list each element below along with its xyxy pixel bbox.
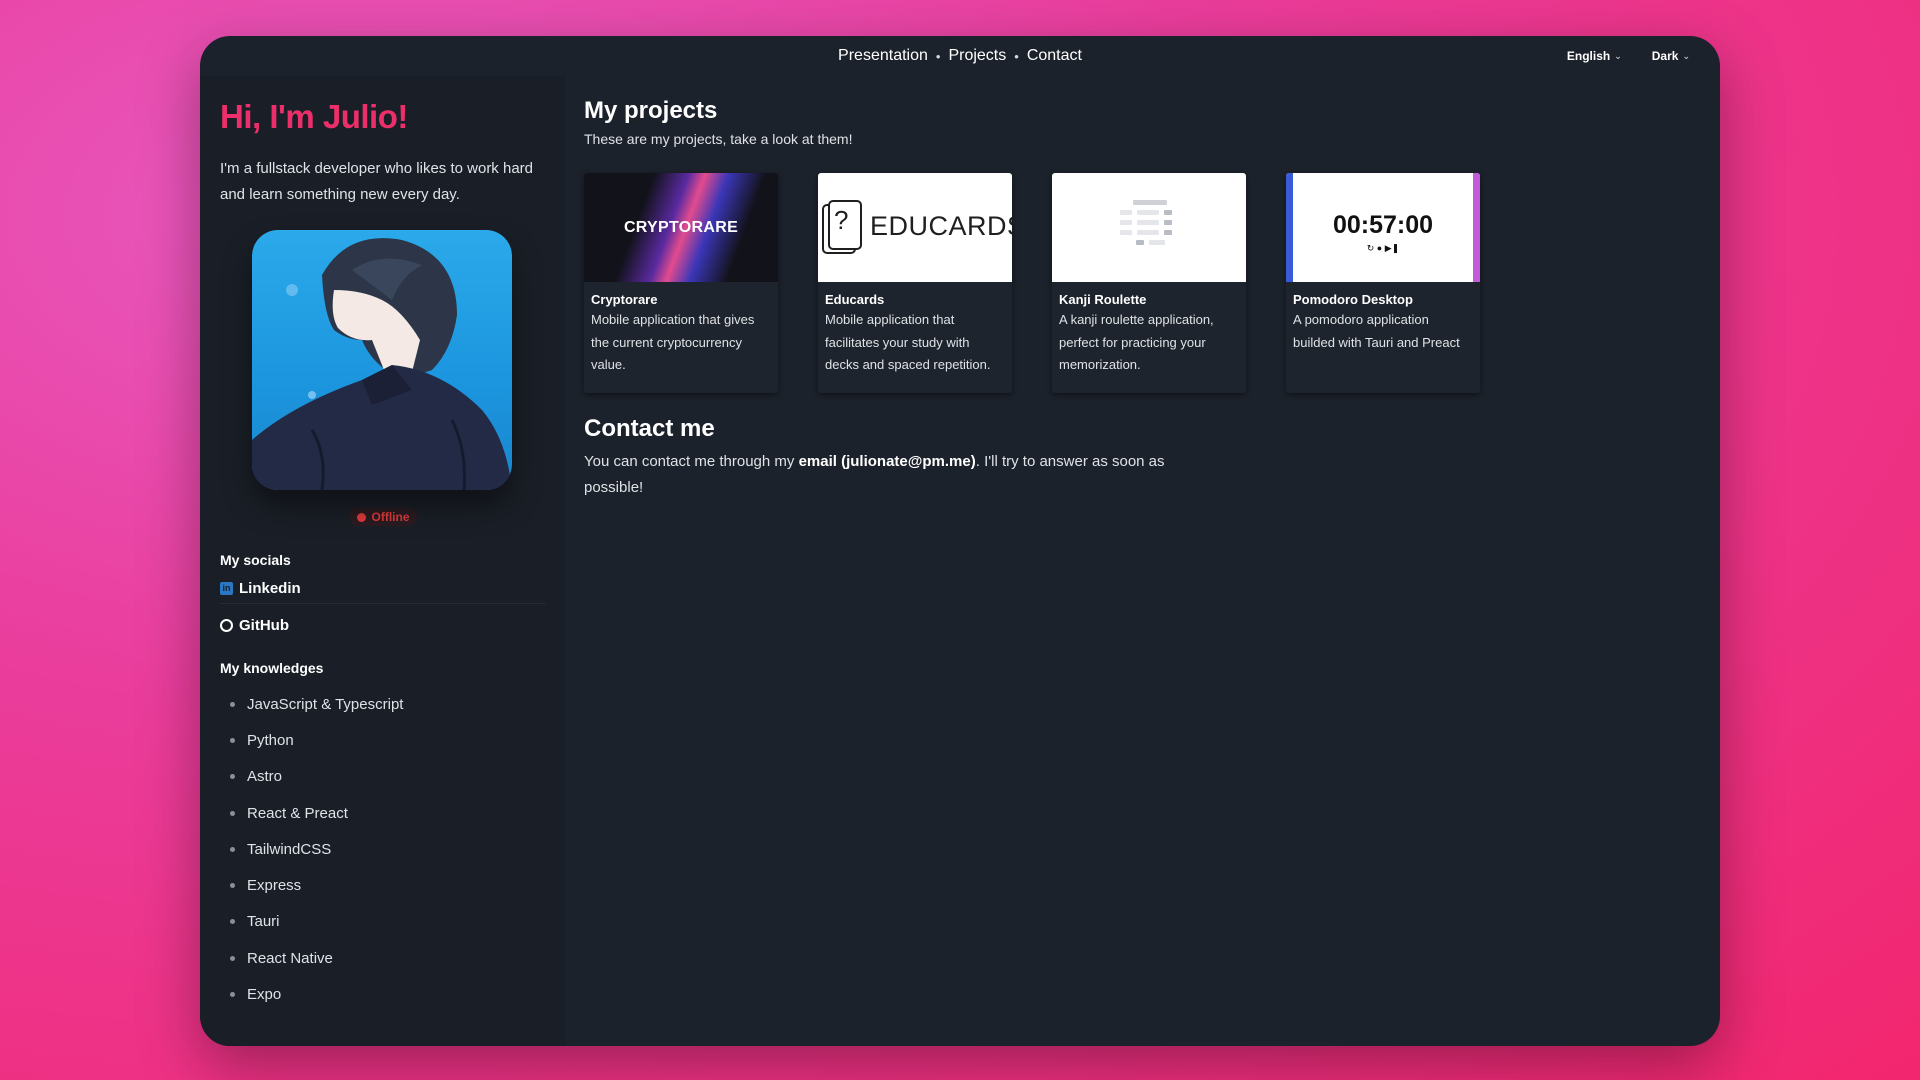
avatar	[252, 230, 512, 490]
list-item: Python	[230, 722, 546, 758]
bullet-icon	[230, 737, 235, 743]
social-label: GitHub	[239, 616, 289, 634]
app-preview	[1120, 195, 1180, 250]
knowledges-heading: My knowledges	[220, 660, 324, 676]
bullet-icon	[230, 810, 235, 816]
question-mark-icon: ?	[834, 205, 849, 235]
project-description: A kanji roulette application, perfect fo…	[1059, 312, 1214, 372]
main-content: My projects These are my projects, take …	[566, 76, 1720, 1046]
list-item: Tauri	[230, 904, 546, 940]
bullet-icon	[230, 774, 235, 780]
bullet-icon	[230, 992, 235, 998]
project-thumbnail: CRYPTORARE	[584, 173, 778, 282]
list-item: Astro	[230, 759, 546, 795]
project-thumbnail: 00:57:00 ↻ ● ▶❚	[1286, 173, 1480, 282]
knowledge-label: Astro	[247, 768, 283, 786]
list-item: Express	[230, 867, 546, 903]
thumbnail-timer-text: 00:57:00	[1332, 211, 1434, 239]
project-description: Mobile application that facilitates your…	[825, 312, 991, 372]
knowledge-label: React & Preact	[247, 804, 348, 822]
socials-heading: My socials	[220, 552, 291, 568]
knowledge-label: React Native	[247, 949, 333, 967]
project-thumbnail: ? EDUCARDS	[818, 173, 1012, 282]
intro-text: I'm a fullstack developer who likes to w…	[220, 160, 534, 203]
project-name: Cryptorare	[591, 292, 658, 307]
project-name: Pomodoro Desktop	[1293, 292, 1413, 307]
project-card-pomodoro-desktop[interactable]: 00:57:00 ↻ ● ▶❚ Pomodoro Desktop A pomod…	[1286, 173, 1480, 393]
chevron-down-icon: ⌄	[1682, 50, 1690, 61]
contact-text: You can contact me through my email (jul…	[584, 449, 1184, 501]
language-select[interactable]: English ⌄	[1567, 49, 1622, 63]
project-card-kanji-roulette[interactable]: Kanji Roulette A kanji roulette applicat…	[1052, 173, 1246, 393]
github-icon	[220, 618, 233, 632]
sidebar: Hi, I'm Julio! I'm a fullstack developer…	[200, 76, 566, 1046]
nav-presentation[interactable]: Presentation	[838, 47, 928, 65]
status-label: Offline	[371, 510, 410, 524]
avatar-illustration	[252, 238, 512, 490]
list-item: React Native	[230, 940, 546, 976]
nav-separator: •	[1014, 48, 1019, 64]
app-window: Presentation • Projects • Contact Englis…	[200, 36, 1720, 1046]
knowledge-label: JavaScript & Typescript	[247, 695, 404, 713]
theme-label: Dark	[1651, 49, 1679, 63]
theme-select[interactable]: Dark ⌄	[1652, 49, 1690, 63]
nav-separator: •	[935, 48, 941, 64]
contact-title: Contact me	[584, 415, 715, 442]
bullet-icon	[230, 846, 235, 852]
chevron-down-icon: ⌄	[1614, 50, 1622, 61]
contact-text-before: You can contact me through my	[584, 453, 799, 470]
top-bar: Presentation • Projects • Contact Englis…	[200, 36, 1720, 76]
language-label: English	[1566, 49, 1611, 63]
thumbnail-logo-text: EDUCARDS	[870, 211, 1012, 241]
list-item: Expo	[230, 976, 546, 1012]
list-item: TailwindCSS	[230, 831, 546, 867]
projects-title: My projects	[584, 97, 718, 124]
list-item: React & Preact	[230, 795, 546, 831]
project-thumbnail	[1052, 173, 1246, 282]
project-description: Mobile application that gives the curren…	[591, 312, 755, 372]
status-dot-icon	[356, 512, 366, 522]
social-link-linkedin[interactable]: in Linkedin	[220, 574, 546, 604]
project-card-educards[interactable]: ? EDUCARDS Educards Mobile application t…	[818, 173, 1012, 393]
list-item: JavaScript & Typescript	[230, 686, 546, 722]
project-name: Kanji Roulette	[1059, 292, 1147, 307]
social-link-github[interactable]: GitHub	[220, 604, 546, 646]
bullet-icon	[230, 955, 235, 961]
top-nav: Presentation • Projects • Contact	[838, 47, 1082, 65]
linkedin-icon: in	[220, 582, 233, 595]
projects-subtitle: These are my projects, take a look at th…	[584, 131, 853, 147]
knowledge-label: Python	[247, 731, 294, 749]
projects-grid: CRYPTORARE Cryptorare Mobile application…	[584, 173, 1702, 393]
top-controls: English ⌄ Dark ⌄	[1567, 36, 1690, 76]
bullet-icon	[230, 919, 235, 925]
bullet-icon	[230, 701, 235, 707]
project-description: A pomodoro application builded with Taur…	[1293, 312, 1460, 350]
project-card-cryptorare[interactable]: CRYPTORARE Cryptorare Mobile application…	[584, 173, 778, 393]
thumbnail-logo-text: CRYPTORARE	[623, 218, 739, 236]
nav-projects[interactable]: Projects	[948, 47, 1006, 65]
nav-contact[interactable]: Contact	[1027, 47, 1082, 65]
knowledge-label: TailwindCSS	[247, 840, 332, 858]
social-label: Linkedin	[239, 580, 301, 597]
bullet-icon	[230, 883, 235, 889]
knowledge-label: Express	[247, 877, 302, 895]
knowledge-label: Tauri	[247, 913, 280, 931]
greeting-title: Hi, I'm Julio!	[220, 98, 408, 135]
knowledge-label: Expo	[247, 986, 282, 1004]
status-badge: Offline	[349, 508, 417, 526]
knowledges-list: JavaScript & Typescript Python Astro Rea…	[220, 686, 546, 1013]
email-link[interactable]: email (julionate@pm.me)	[799, 453, 976, 470]
timer-controls-icon: ↻ ● ▶❚	[1366, 243, 1400, 253]
project-name: Educards	[825, 292, 885, 307]
